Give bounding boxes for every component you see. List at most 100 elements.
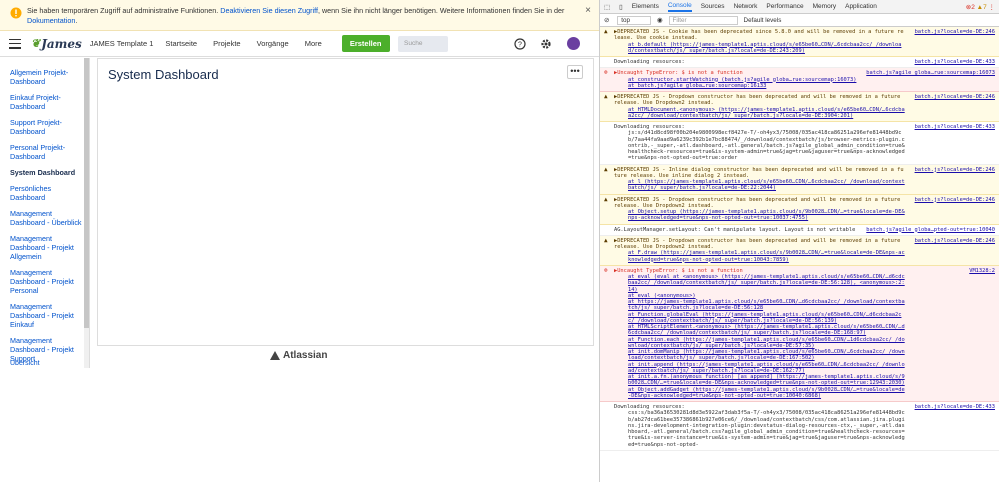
console-stack-line: js:s/d41d8cd98f00b204e9800998ecf8427e-T/… — [628, 130, 905, 162]
console-source-link[interactable]: batch.js?locale=de-DE:433 — [915, 124, 995, 130]
clear-console-icon[interactable]: ⊘ — [604, 17, 609, 24]
console-message-text: ▶DEPRECATED JS - Dropdown constructor ha… — [614, 196, 901, 209]
inspect-icon[interactable]: ⬚ — [604, 3, 610, 11]
console-message[interactable]: ▲ batch.js?locale=de-DE:246 ▶DEPRECATED JS… — [600, 235, 999, 266]
sidebar-overflow: Übersicht — [0, 341, 90, 371]
more-options-button[interactable]: ••• — [567, 65, 583, 79]
console-stack-line: at b.default (https://james-template1.ap… — [628, 41, 902, 54]
sidebar-item-personal[interactable]: Personal Projekt-Dashboard — [0, 143, 89, 161]
close-icon[interactable]: × — [585, 5, 591, 16]
warning-icon: ▲ — [604, 195, 608, 203]
console-source-link[interactable]: batch.js?agile_globa…pted-out=true:10040 — [866, 227, 995, 233]
warning-icon: ▲ — [604, 28, 608, 35]
console-source-link[interactable]: batch.js?locale=de-DE:246 — [915, 238, 995, 244]
console-stack-line: at HTMLScriptElement.<anonymous> (https:… — [628, 324, 905, 337]
sidebar-item-uebersicht[interactable]: Übersicht — [0, 360, 90, 367]
console-message-text: ▶DEPRECATED JS - Cookie has been depreca… — [614, 29, 904, 42]
console-message-text: ▶DEPRECATED JS - Dropdown constructor ha… — [614, 94, 901, 107]
sidebar-item-mgmt-einkauf[interactable]: Management Dashboard - Projekt Einkauf — [0, 302, 89, 329]
sidebar-scrollbar[interactable] — [84, 58, 89, 368]
console-stack-line: at https://james-template1.aptis.cloud/s… — [628, 299, 905, 312]
console-message[interactable]: batch.js?locale=de-DE:433 Downloading res… — [600, 122, 999, 165]
tab-sources[interactable]: Sources — [701, 3, 725, 10]
hamburger-menu-icon[interactable] — [9, 38, 21, 49]
console-message-text: AG.LayoutManager.setLayout: Can't manipu… — [614, 226, 856, 233]
sidebar-item-allgemein[interactable]: Allgemein Projekt-Dashboard — [0, 68, 89, 86]
banner-text-before: Sie haben temporären Zugriff auf adminis… — [27, 6, 219, 15]
search-input[interactable]: Suche — [398, 36, 448, 52]
console-message[interactable]: ⊗ batch.js?agile_globa…rue:sourcemap:1607… — [600, 68, 999, 92]
console-source-link[interactable]: batch.js?locale=de-DE:246 — [915, 167, 995, 173]
atlassian-footer-logo[interactable]: Atlassian — [270, 350, 327, 361]
error-icon: ⊗ — [604, 266, 608, 274]
console-message[interactable]: ⊗ VM1328:2 ▶Uncaught TypeError: $ is not a… — [600, 265, 999, 402]
console-source-link[interactable]: batch.js?agile_globa…rue:sourcemap:16073 — [866, 70, 995, 76]
console-stack-line: at Object.addGadget (https://james-templ… — [628, 386, 905, 399]
console-stack-line: at eval (eval at <anonymous> (https://ja… — [628, 274, 905, 293]
sidebar-item-persoenlich[interactable]: Persönliches Dashboard — [0, 184, 89, 202]
help-icon[interactable]: ? — [514, 38, 526, 50]
tab-application[interactable]: Application — [845, 3, 877, 10]
deactivate-access-link[interactable]: Deaktivieren Sie diesen Zugriff — [220, 6, 318, 15]
avatar[interactable] — [567, 37, 580, 50]
console-message[interactable]: ▲ batch.js?locale=de-DE:246 ▶DEPRECATED JS… — [600, 194, 999, 225]
tab-console[interactable]: Console — [667, 2, 692, 12]
sidebar-item-system-dashboard[interactable]: System Dashboard — [0, 168, 89, 177]
sidebar-item-mgmt-ueberblick[interactable]: Management Dashboard - Überblick — [0, 209, 89, 227]
banner-text-after: . — [75, 16, 78, 25]
sidebar-item-support[interactable]: Support Projekt-Dashboard — [0, 118, 89, 136]
console-message[interactable]: ▲ batch.js?locale=de-DE:246 ▶DEPRECATED JS… — [600, 27, 999, 57]
device-toggle-icon[interactable]: ▯ — [619, 3, 623, 11]
console-source-link[interactable]: batch.js?locale=de-DE:433 — [915, 404, 995, 410]
console-source-link[interactable]: batch.js?locale=de-DE:246 — [915, 197, 995, 203]
console-source-link[interactable]: batch.js?locale=de-DE:433 — [915, 59, 995, 65]
nav-vorgaenge[interactable]: Vorgänge — [257, 39, 289, 48]
console-message[interactable]: batch.js?agile_globa…pted-out=true:10040… — [600, 225, 999, 236]
console-message[interactable]: ▲ batch.js?locale=de-DE:246 ▶DEPRECATED JS… — [600, 92, 999, 122]
console-message-text: Downloading resources: — [614, 59, 685, 65]
error-count-badge[interactable]: ⊗2 ▲7 ⋮ — [966, 3, 995, 11]
tab-memory[interactable]: Memory — [813, 3, 836, 10]
banner-text: Sie haben temporären Zugriff auf adminis… — [27, 6, 587, 26]
sidebar-item-mgmt-personal[interactable]: Management Dashboard - Projekt Personal — [0, 268, 89, 295]
console-message[interactable]: batch.js?locale=de-DE:433 Downloading res… — [600, 402, 999, 451]
gear-icon[interactable] — [540, 38, 552, 50]
sidebar-item-einkauf[interactable]: Einkauf Projekt-Dashboard — [0, 93, 89, 111]
console-message-text: ▶DEPRECATED JS - Inline dialog construct… — [614, 166, 904, 179]
context-select[interactable]: top — [617, 15, 652, 25]
atlassian-text: Atlassian — [283, 350, 328, 361]
console-source-link[interactable]: batch.js?locale=de-DE:246 — [915, 29, 995, 35]
leaf-icon: ❦ — [31, 37, 41, 50]
console-source-link[interactable]: VM1328:2 — [969, 268, 995, 274]
console-stack-line: at F.draw (https://james-template1.aptis… — [628, 250, 905, 263]
tab-network[interactable]: Network — [734, 3, 758, 10]
page-title: System Dashboard — [108, 67, 219, 82]
tab-performance[interactable]: Performance — [766, 3, 803, 10]
console-message[interactable]: batch.js?locale=de-DE:433 Downloading res… — [600, 57, 999, 69]
create-button[interactable]: Erstellen — [341, 35, 390, 52]
james-logo[interactable]: ❦ James — [31, 37, 82, 51]
console-stack-line: at init.domManip (https://james-template… — [628, 349, 905, 362]
console-stack-line: at init.a.fn.(anonymous function) [as ap… — [628, 374, 905, 387]
console-stack-line: at init.append (https://james-template1.… — [628, 361, 905, 374]
console-stack-line: css:s/ba36a36530281d8d3e5922af3dab3f5a-T… — [628, 410, 905, 448]
console-filter-input[interactable]: Filter — [668, 15, 738, 25]
devtools-tabbar: ⬚ ▯ Elements Console Sources Network Per… — [600, 0, 999, 14]
console-source-link[interactable]: batch.js?locale=de-DE:246 — [915, 94, 995, 100]
tab-elements[interactable]: Elements — [632, 3, 659, 10]
console-stack-line: at batch.js?agile_globa…rue:sourcemap:16… — [628, 82, 767, 89]
console-stack-line: at HTMLDocument.<anonymous> (https://jam… — [628, 106, 905, 119]
banner-text-middle: , wenn Sie ihn nicht länger benötigen. W… — [318, 6, 565, 15]
warning-icon: ▲ — [604, 165, 608, 173]
nav-projekte[interactable]: Projekte — [213, 39, 241, 48]
log-levels-select[interactable]: Default levels — [744, 17, 782, 24]
console-message-text: ▶DEPRECATED JS - Dropdown constructor ha… — [614, 237, 901, 250]
nav-startseite[interactable]: Startseite — [165, 39, 197, 48]
eye-icon[interactable]: ◉ — [657, 17, 663, 24]
console-message[interactable]: ▲ batch.js?locale=de-DE:246 ▶DEPRECATED JS… — [600, 164, 999, 195]
nav-more[interactable]: More — [305, 39, 322, 48]
dashboard-sidebar: Allgemein Projekt-Dashboard Einkauf Proj… — [0, 58, 90, 368]
documentation-link[interactable]: Dokumentation — [27, 16, 75, 25]
sidebar-item-mgmt-allgemein[interactable]: Management Dashboard - Projekt Allgemein — [0, 234, 89, 261]
console-log: ▲ batch.js?locale=de-DE:246 ▶DEPRECATED JS… — [600, 27, 999, 451]
